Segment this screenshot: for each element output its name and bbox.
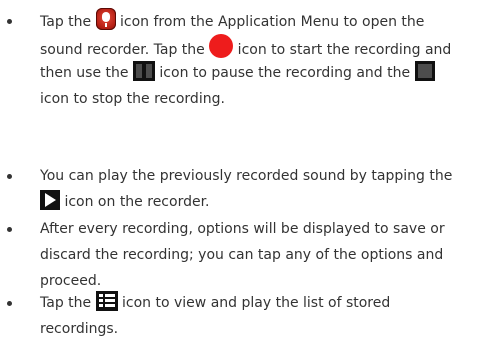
bullet-dot — [7, 174, 12, 179]
text-run: You can play the previously recorded sou… — [40, 168, 453, 184]
text-line: After every recording, options will be d… — [40, 216, 498, 242]
bullet-dot — [7, 301, 12, 306]
text-run: After every recording, options will be d… — [40, 221, 445, 237]
text-run: then use the — [40, 65, 133, 81]
play-icon — [40, 190, 60, 210]
bullet-dot — [7, 19, 12, 24]
app-icon — [95, 8, 116, 30]
bullet-dot — [7, 227, 12, 232]
list-item-text: Tap the icon to view and play the list o… — [40, 290, 498, 342]
text-run: icon to pause the recording and the — [154, 65, 415, 81]
record-icon — [209, 34, 234, 58]
text-run: discard the recording; you can tap any o… — [40, 247, 444, 263]
text-run: icon from the Application Menu to open t… — [115, 14, 425, 30]
text-run: icon to start the recording and — [233, 42, 452, 58]
text-run: icon to stop the recording. — [40, 91, 225, 107]
pause-icon — [132, 61, 155, 81]
text-line: Tap the icon to view and play the list o… — [40, 290, 498, 316]
text-run: recordings. — [40, 321, 119, 337]
text-run: Tap the — [40, 295, 96, 311]
text-line: icon on the recorder. — [40, 189, 498, 215]
text-line: You can play the previously recorded sou… — [40, 163, 498, 189]
text-run: icon on the recorder. — [60, 194, 210, 210]
text-line: discard the recording; you can tap any o… — [40, 242, 498, 268]
text-line: recordings. — [40, 316, 498, 342]
list-item-text: You can play the previously recorded sou… — [40, 163, 498, 215]
text-run: icon to view and play the list of stored — [117, 295, 391, 311]
text-line: icon to stop the recording. — [40, 86, 498, 112]
text-run: Tap the — [40, 14, 96, 30]
list-item-text: After every recording, options will be d… — [40, 216, 498, 294]
text-line: Tap the icon from the Application Menu t… — [40, 8, 498, 34]
list-item-text: Tap the icon from the Application Menu t… — [40, 8, 498, 112]
text-line: then use the icon to pause the recording… — [40, 60, 498, 86]
text-run: sound recorder. Tap the — [40, 42, 210, 58]
text-line: sound recorder. Tap the icon to start th… — [40, 34, 498, 60]
text-run: proceed. — [40, 273, 102, 289]
list-icon — [95, 291, 118, 311]
stop-icon — [414, 61, 435, 81]
